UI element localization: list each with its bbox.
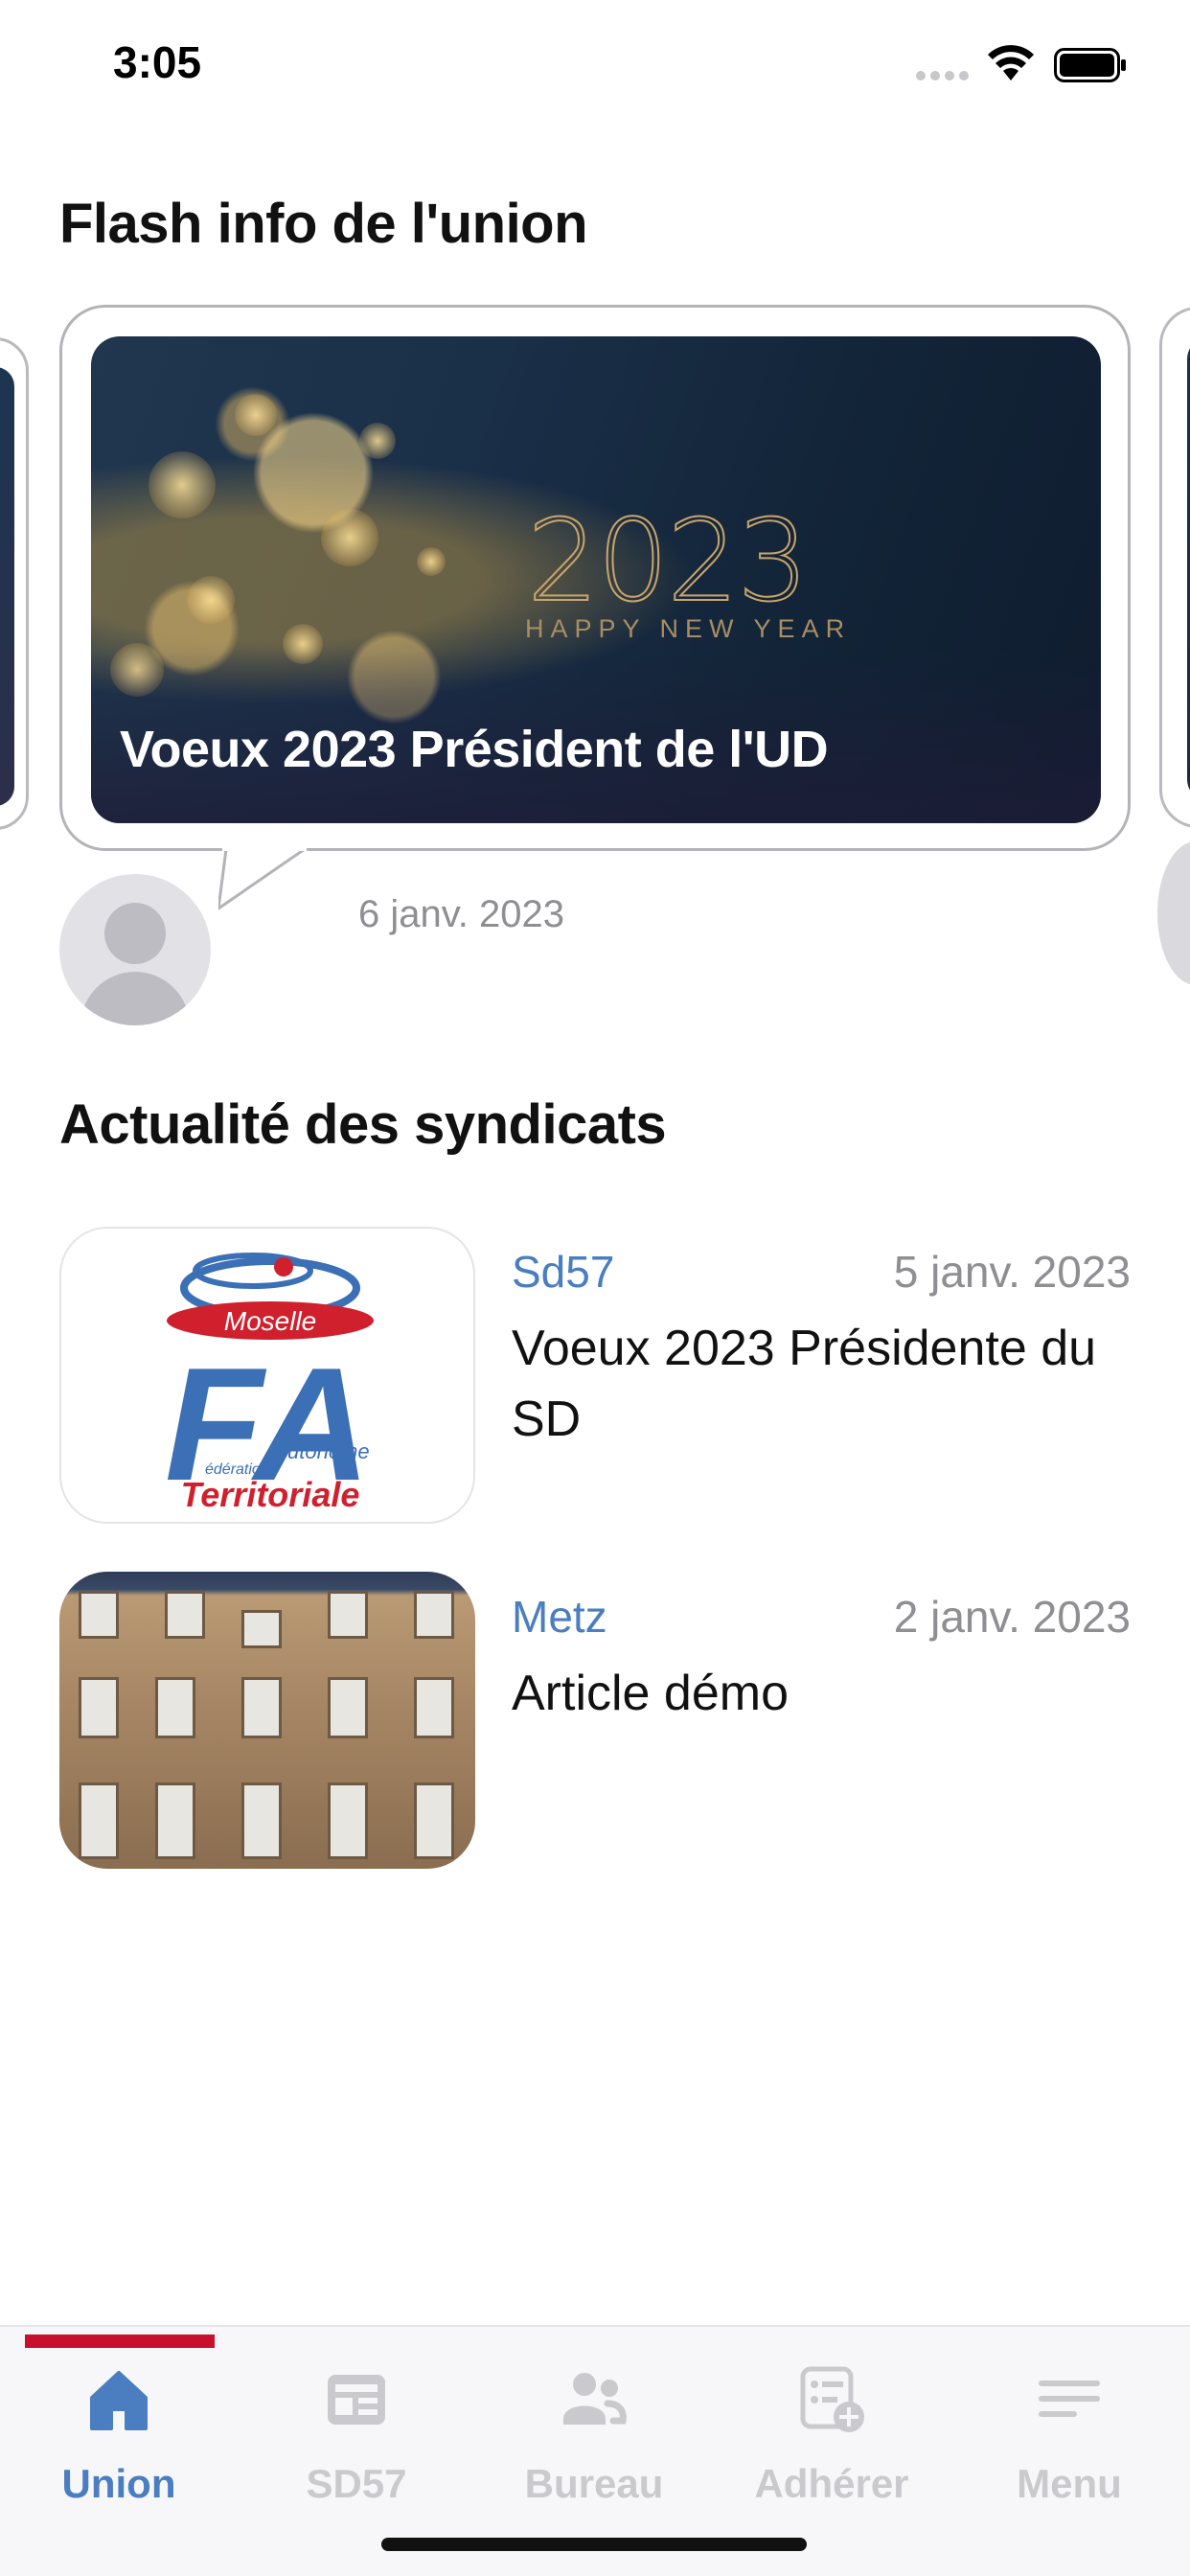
- news-thumbnail: Moselle FA utonome édération Territorial…: [59, 1227, 475, 1524]
- tab-menu[interactable]: Menu: [950, 2327, 1188, 2518]
- flash-info-card[interactable]: 2023 HAPPY NEW YEAR Voeux 2023 Président…: [59, 305, 1131, 851]
- svg-text:utonome: utonome: [287, 1439, 370, 1463]
- cellular-signal-icon: [916, 71, 969, 80]
- news-headline: Article démo: [512, 1666, 789, 1721]
- wifi-icon: [988, 45, 1034, 80]
- news-headline: Voeux 2023 Présidente du SD: [512, 1321, 1097, 1447]
- people-icon: [563, 2373, 627, 2425]
- svg-text:Territoriale: Territoriale: [181, 1475, 360, 1514]
- tab-label: SD57: [306, 2461, 407, 2506]
- form-add-icon: [800, 2366, 864, 2432]
- tab-label: Bureau: [524, 2461, 664, 2506]
- status-bar: 3:05: [0, 0, 1190, 125]
- author-avatar: [59, 874, 211, 1025]
- flash-card-date: 6 janv. 2023: [358, 893, 564, 935]
- news-section-title: Actualité des syndicats: [59, 1093, 667, 1156]
- tab-bureau[interactable]: Bureau: [475, 2327, 713, 2518]
- newspaper-icon: [328, 2375, 385, 2425]
- news-list-item[interactable]: Moselle FA utonome édération Territorial…: [59, 1227, 1131, 1526]
- flash-section-title: Flash info de l'union: [59, 193, 588, 255]
- news-thumbnail: [59, 1572, 475, 1869]
- status-time: 3:05: [113, 37, 202, 87]
- flash-image-subtitle: HAPPY NEW YEAR: [525, 614, 852, 643]
- carousel-next-card[interactable]: [1159, 307, 1190, 828]
- tab-sd57[interactable]: SD57: [238, 2327, 475, 2518]
- tab-union[interactable]: Union: [0, 2327, 238, 2518]
- tab-adherer[interactable]: Adhérer: [713, 2327, 950, 2518]
- flash-card-image: 2023 HAPPY NEW YEAR Voeux 2023 Président…: [91, 336, 1101, 823]
- flash-card-caption: Voeux 2023 Président de l'UD: [120, 721, 829, 778]
- news-date: 5 janv. 2023: [893, 1247, 1131, 1297]
- tab-label: Union: [61, 2461, 176, 2506]
- news-date: 2 janv. 2023: [893, 1592, 1131, 1642]
- fa-territoriale-logo: Moselle FA utonome édération Territorial…: [165, 1253, 374, 1514]
- speech-bubble-tail: [218, 843, 307, 910]
- building-photo: [59, 1572, 475, 1869]
- tab-label: Menu: [1017, 2461, 1122, 2506]
- news-source[interactable]: Metz: [512, 1591, 607, 1643]
- carousel-next-avatar: [1157, 841, 1190, 985]
- menu-icon: [1039, 2380, 1100, 2417]
- svg-text:Moselle: Moselle: [224, 1306, 316, 1336]
- home-indicator[interactable]: [381, 2538, 807, 2551]
- flash-image-year: 2023: [526, 494, 810, 628]
- tab-label: Adhérer: [754, 2461, 909, 2506]
- home-icon: [90, 2371, 148, 2430]
- active-tab-indicator: [25, 2334, 215, 2348]
- carousel-previous-card[interactable]: [0, 337, 29, 830]
- news-source[interactable]: Sd57: [512, 1246, 614, 1298]
- news-list-item[interactable]: Metz 2 janv. 2023 Article démo: [59, 1572, 1131, 1871]
- battery-icon: [1054, 48, 1126, 82]
